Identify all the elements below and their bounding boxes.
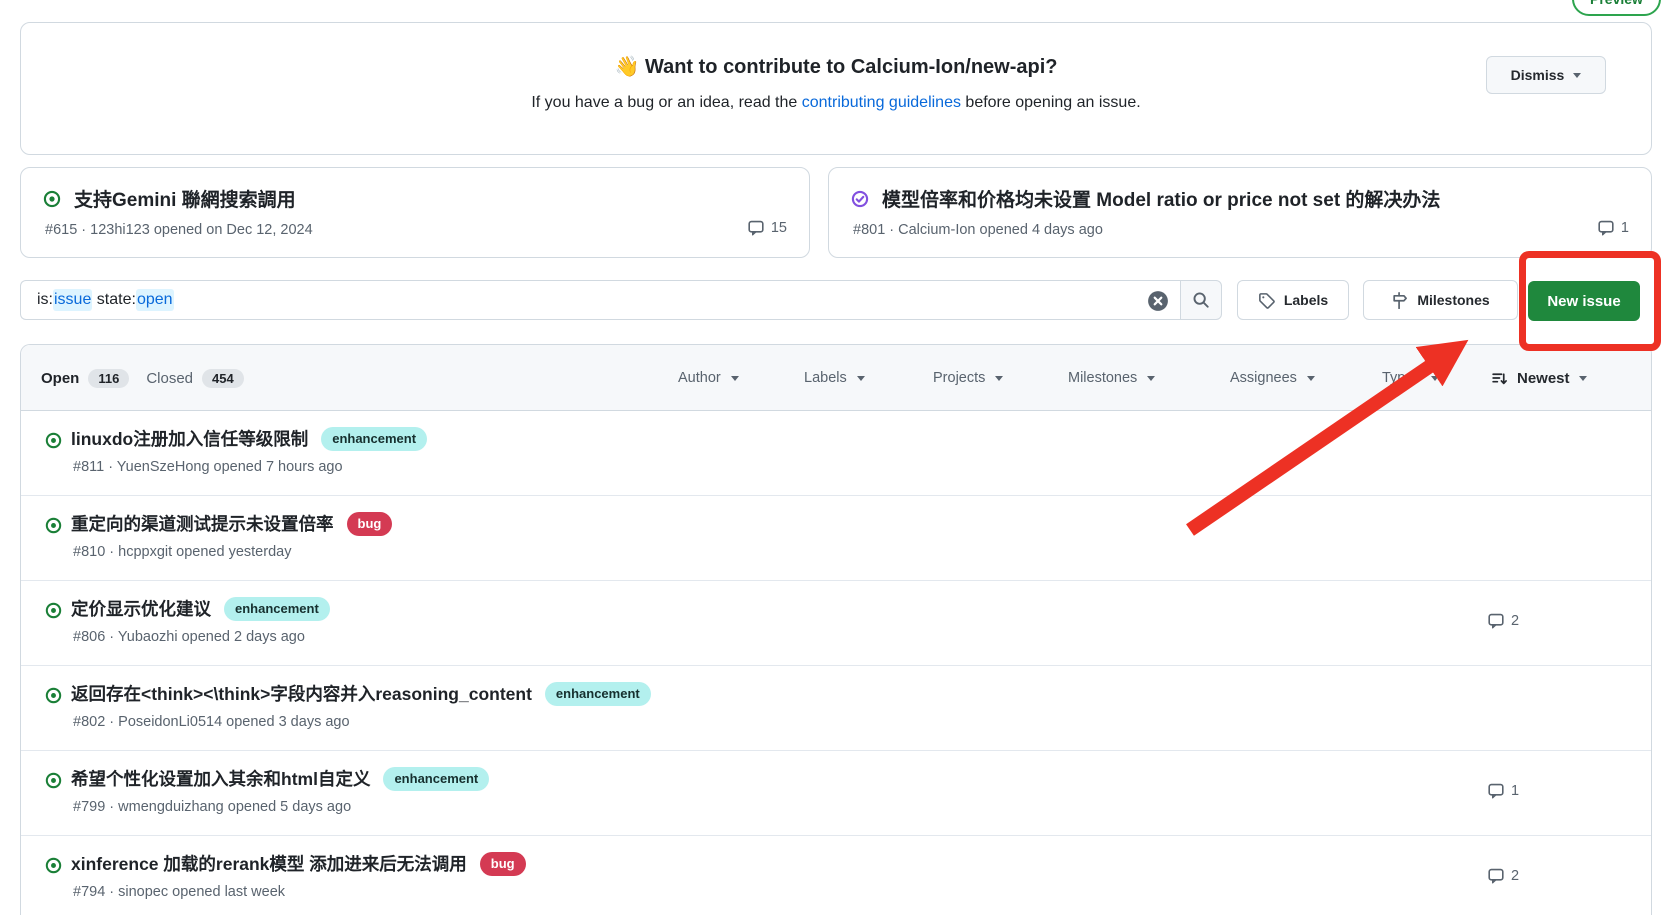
issue-row[interactable]: xinference 加载的rerank模型 添加进来后无法调用 bug #79… (21, 836, 1651, 915)
issue-title[interactable]: 定价显示优化建议 (71, 596, 211, 621)
contribute-banner: 👋 Want to contribute to Calcium-Ion/new-… (20, 22, 1652, 155)
closed-issue-icon (851, 190, 869, 208)
comment-count[interactable]: 1 (1488, 783, 1519, 799)
open-issue-icon (45, 857, 62, 874)
filter-labels[interactable]: Labels (804, 345, 865, 411)
search-icon (1192, 291, 1210, 309)
open-issue-icon (43, 190, 61, 208)
label-enhancement[interactable]: enhancement (224, 597, 330, 621)
chevron-down-icon (1307, 376, 1315, 381)
x-circle-icon (1147, 290, 1169, 312)
labels-button[interactable]: Labels (1237, 280, 1349, 320)
comment-count[interactable]: 15 (748, 220, 787, 236)
issue-meta: #806 · Yubaozhi opened 2 days ago (73, 629, 305, 645)
open-issue-icon (45, 517, 62, 534)
open-issue-icon (45, 772, 62, 789)
open-count-badge: 116 (88, 369, 129, 388)
issue-row[interactable]: 希望个性化设置加入其余和html自定义 enhancement #799 · w… (21, 751, 1651, 836)
issues-list: Open 116 Closed 454 Author Labels Projec… (20, 344, 1652, 915)
pinned-issue-title[interactable]: 支持Gemini 聯網搜索調用 (74, 185, 296, 212)
issue-row[interactable]: 重定向的渠道测试提示未设置倍率 bug #810 · hcppxgit open… (21, 496, 1651, 581)
banner-subtitle: If you have a bug or an idea, read the c… (21, 94, 1651, 112)
sort-control[interactable]: Newest (1491, 345, 1587, 411)
issue-meta: #802 · PoseidonLi0514 opened 3 days ago (73, 714, 350, 730)
issue-title[interactable]: 返回存在<think><\think>字段内容并入reasoning_conte… (71, 681, 532, 706)
issue-meta: #810 · hcppxgit opened yesterday (73, 544, 291, 560)
comment-icon (1488, 613, 1504, 629)
comment-count[interactable]: 2 (1488, 613, 1519, 629)
issue-row[interactable]: 定价显示优化建议 enhancement #806 · Yubaozhi ope… (21, 581, 1651, 666)
milestone-icon (1391, 292, 1408, 309)
issue-title[interactable]: linuxdo注册加入信任等级限制 (71, 426, 308, 451)
preview-button[interactable]: Preview (1572, 0, 1661, 16)
chevron-down-icon (857, 376, 865, 381)
closed-count-badge: 454 (202, 369, 244, 388)
chevron-down-icon (1579, 376, 1587, 381)
comment-icon (1598, 220, 1614, 236)
issue-row[interactable]: linuxdo注册加入信任等级限制 enhancement #811 · Yue… (21, 411, 1651, 496)
issue-title[interactable]: xinference 加载的rerank模型 添加进来后无法调用 (71, 851, 467, 876)
label-enhancement[interactable]: enhancement (383, 767, 489, 791)
chevron-down-icon (995, 376, 1003, 381)
label-enhancement[interactable]: enhancement (321, 427, 427, 451)
pinned-issue-meta: #615 · 123hi123 opened on Dec 12, 2024 (45, 222, 313, 238)
search-token-open: open (136, 289, 174, 311)
comment-count[interactable]: 2 (1488, 868, 1519, 884)
issue-meta: #799 · wmengduizhang opened 5 days ago (73, 799, 351, 815)
github-issues-page: Preview 👋 Want to contribute to Calcium-… (0, 0, 1671, 915)
tab-open[interactable]: Open 116 (41, 369, 129, 388)
clear-search-button[interactable] (1146, 289, 1170, 313)
comment-icon (1488, 868, 1504, 884)
issue-row[interactable]: 返回存在<think><\think>字段内容并入reasoning_conte… (21, 666, 1651, 751)
filter-author[interactable]: Author (678, 345, 739, 411)
pinned-issue-title[interactable]: 模型倍率和价格均未设置 Model ratio or price not set… (882, 185, 1440, 212)
contributing-guidelines-link[interactable]: contributing guidelines (802, 94, 961, 111)
chevron-down-icon (1147, 376, 1155, 381)
label-enhancement[interactable]: enhancement (545, 682, 651, 706)
tag-icon (1258, 292, 1275, 309)
comment-icon (1488, 783, 1504, 799)
open-issue-icon (45, 432, 62, 449)
tab-closed[interactable]: Closed 454 (146, 369, 243, 388)
pinned-issue-meta: #801 · Calcium-Ion opened 4 days ago (853, 222, 1103, 238)
issue-meta: #811 · YuenSzeHong opened 7 hours ago (73, 459, 343, 475)
dismiss-button[interactable]: Dismiss (1486, 56, 1606, 94)
issues-list-header: Open 116 Closed 454 Author Labels Projec… (21, 345, 1651, 411)
pinned-issue-card[interactable]: 支持Gemini 聯網搜索調用 #615 · 123hi123 opened o… (20, 167, 810, 258)
new-issue-button[interactable]: New issue (1528, 281, 1640, 321)
open-issue-icon (45, 602, 62, 619)
comment-icon (748, 220, 764, 236)
issue-meta: #794 · sinopec opened last week (73, 884, 285, 900)
label-bug[interactable]: bug (480, 852, 526, 876)
issue-title[interactable]: 重定向的渠道测试提示未设置倍率 (71, 511, 334, 536)
sort-desc-icon (1491, 370, 1508, 387)
label-bug[interactable]: bug (347, 512, 393, 536)
search-bar: is:issue state:open (20, 280, 1222, 320)
comment-count[interactable]: 1 (1598, 220, 1629, 236)
wave-emoji-icon: 👋 (614, 56, 639, 78)
search-input[interactable]: is:issue state:open (20, 280, 1180, 320)
issue-title[interactable]: 希望个性化设置加入其余和html自定义 (71, 766, 370, 791)
open-issue-icon (45, 687, 62, 704)
search-token-issue: issue (53, 289, 92, 311)
filter-milestones[interactable]: Milestones (1068, 345, 1155, 411)
chevron-down-icon (1431, 376, 1439, 381)
chevron-down-icon (1573, 73, 1581, 78)
milestones-button[interactable]: Milestones (1363, 280, 1518, 320)
banner-title: 👋 Want to contribute to Calcium-Ion/new-… (21, 54, 1651, 79)
pinned-issue-card[interactable]: 模型倍率和价格均未设置 Model ratio or price not set… (828, 167, 1652, 258)
chevron-down-icon (731, 376, 739, 381)
filter-projects[interactable]: Projects (933, 345, 1003, 411)
search-submit-button[interactable] (1180, 280, 1222, 320)
filter-assignees[interactable]: Assignees (1230, 345, 1315, 411)
filter-types[interactable]: Types (1382, 345, 1439, 411)
